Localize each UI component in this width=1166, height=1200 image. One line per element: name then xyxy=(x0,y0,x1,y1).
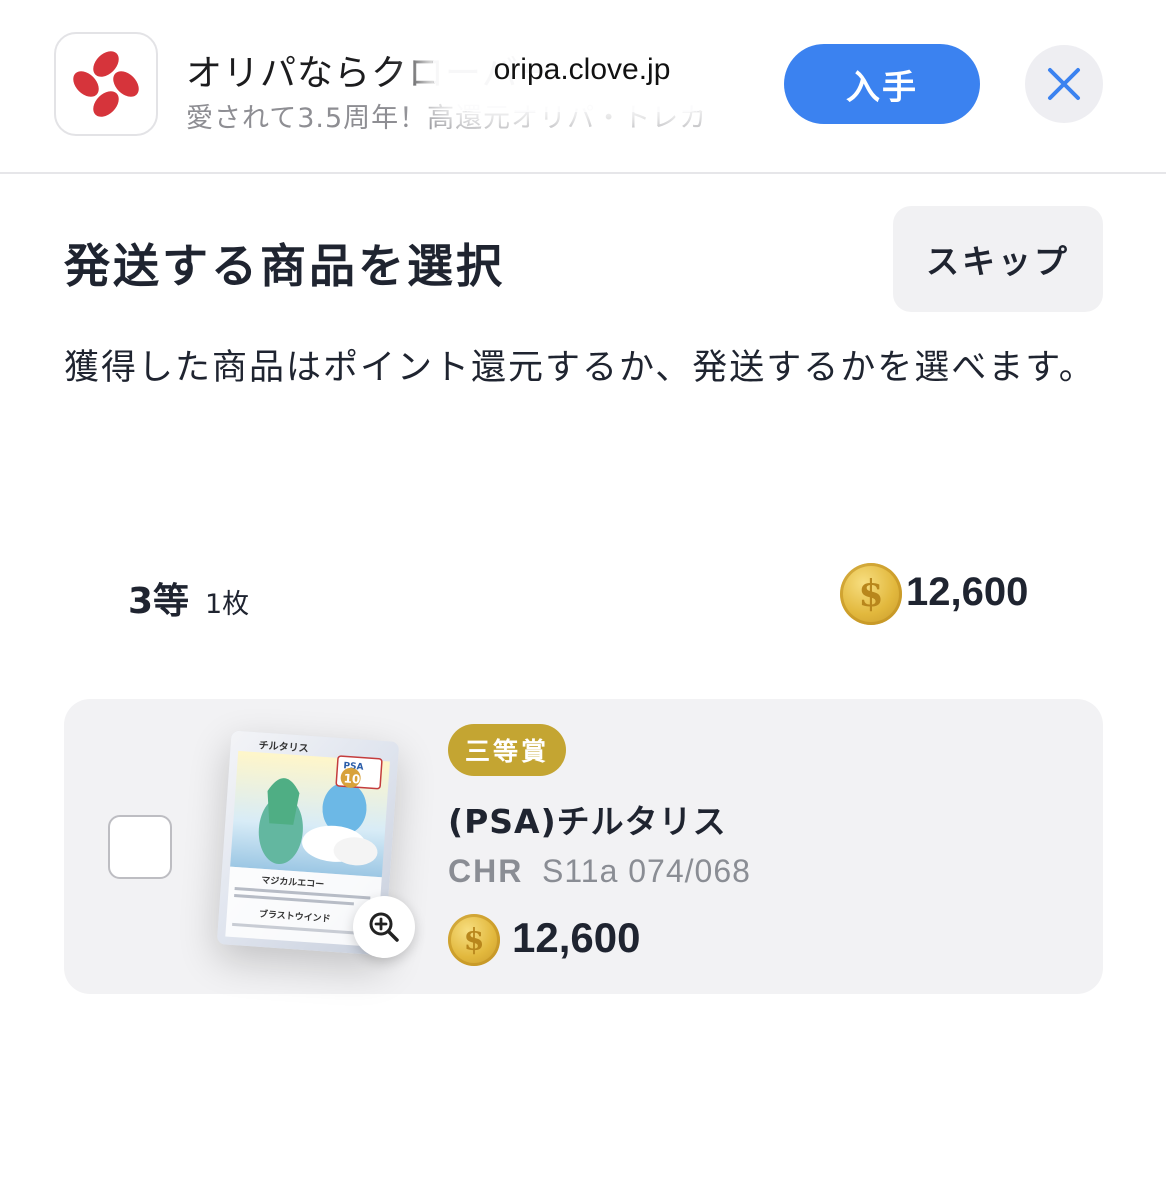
group-points: 12,600 xyxy=(906,570,1029,614)
page: オリパならクローバー 愛されて3.5周年！高還元オリパ・トレカ oripa.cl… xyxy=(0,0,1166,1200)
close-banner-button[interactable] xyxy=(1025,45,1103,123)
item-points: 12,600 xyxy=(512,914,641,961)
smart-app-banner: オリパならクローバー 愛されて3.5周年！高還元オリパ・トレカ oripa.cl… xyxy=(0,0,1166,174)
url-pill[interactable]: oripa.clove.jp xyxy=(432,28,732,112)
prize-badge: 三等賞 xyxy=(448,724,566,776)
zoom-button[interactable] xyxy=(353,896,415,958)
page-title: 発送する商品を選択 xyxy=(64,239,505,293)
description-text: 獲得した商品はポイント還元するか、発送するかを選べます。 xyxy=(64,348,1096,388)
item-name: (PSA)チルタリス xyxy=(448,802,727,841)
coin-icon: $ xyxy=(448,914,500,966)
coin-icon: $ xyxy=(840,563,902,625)
prize-count: 1枚 xyxy=(205,589,250,620)
item-rarity: CHR xyxy=(448,853,524,889)
get-app-button[interactable]: 入手 xyxy=(784,44,980,124)
clover-logo-icon[interactable] xyxy=(54,32,158,136)
item-code: S11a 074/068 xyxy=(542,853,751,889)
psa-grade-text: 10 xyxy=(343,771,361,786)
skip-button[interactable]: スキップ xyxy=(893,206,1103,312)
zoom-in-icon xyxy=(369,912,399,942)
item-checkbox[interactable] xyxy=(108,815,172,879)
prize-rank: 3等 xyxy=(128,581,190,622)
close-icon xyxy=(1048,68,1080,100)
